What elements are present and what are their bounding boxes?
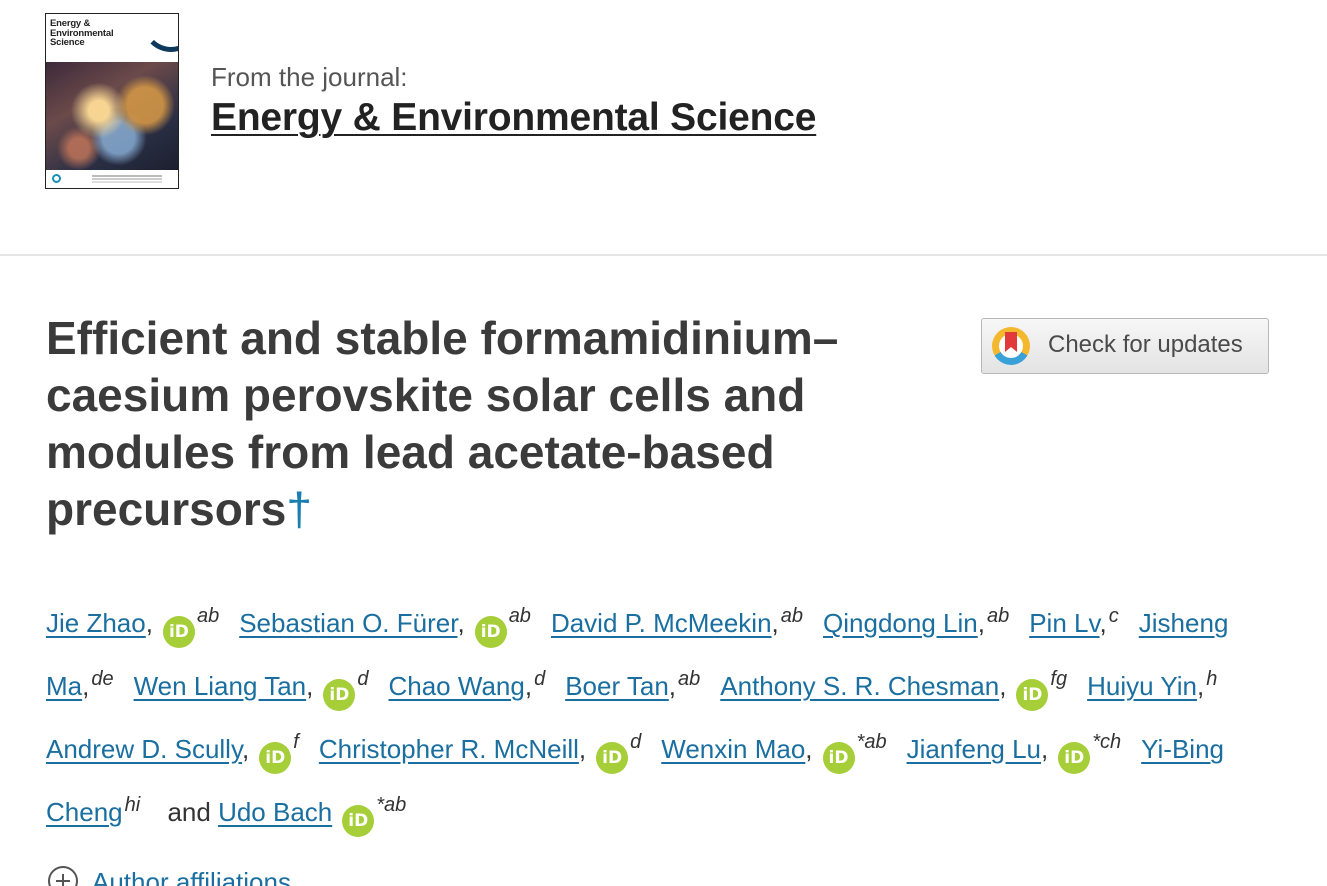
cover-footer (52, 174, 172, 184)
author-entry: Qingdong Lin, ab (823, 605, 1010, 638)
article-title-text: Efficient and stable formamidinium–caesi… (46, 312, 839, 535)
cover-ring-graphic (142, 14, 178, 52)
orcid-icon[interactable]: iD (474, 616, 507, 648)
author-affiliations-label: Author affiliations (92, 867, 291, 886)
article-page: Energy & Environmental Science From the … (0, 0, 1327, 886)
journal-from-label: From the journal: (211, 62, 408, 92)
cover-artwork (46, 62, 178, 170)
orcid-icon[interactable]: iD (323, 679, 356, 711)
author-entry: Christopher R. McNeill, iDd (319, 731, 642, 774)
orcid-icon[interactable]: iD (1016, 679, 1049, 711)
author-name-link[interactable]: Sebastian O. Fürer (239, 608, 457, 638)
author-name-link[interactable]: Andrew D. Scully (46, 734, 242, 764)
and-conjunction: and (167, 797, 211, 827)
affiliation-superscript: c (1108, 605, 1119, 627)
rsc-logo-icon (52, 174, 61, 183)
affiliation-superscript: *ab (856, 731, 887, 753)
author-entry: Pin Lv, c (1029, 605, 1119, 638)
cover-title: Energy & Environmental Science (50, 18, 114, 48)
author-name-link[interactable]: Jianfeng Lu (907, 734, 1041, 764)
comma-separator: , (578, 734, 587, 764)
author-entry: Andrew D. Scully, iDf (46, 731, 299, 774)
affiliation-superscript: hi (124, 794, 141, 816)
comma-separator: , (82, 671, 90, 701)
author-entry: Sebastian O. Fürer, iDab (239, 605, 531, 648)
author-name-link[interactable]: Wenxin Mao (661, 734, 805, 764)
author-entry: Jianfeng Lu, iD*ch (907, 731, 1122, 774)
check-for-updates-button[interactable]: Check for updates (981, 318, 1269, 374)
comma-separator: , (1099, 608, 1107, 638)
author-name-link[interactable]: Wen Liang Tan (134, 671, 307, 701)
author-name-link[interactable]: Jie Zhao (46, 608, 146, 638)
author-name-link[interactable]: Udo Bach (218, 797, 332, 827)
author-entry: Boer Tan, ab (565, 668, 701, 701)
comma-separator: , (242, 734, 250, 764)
affiliation-superscript: ab (508, 605, 531, 627)
author-affiliations-toggle[interactable]: Author affiliations (48, 866, 291, 886)
comma-separator: , (805, 734, 813, 764)
orcid-icon[interactable]: iD (596, 742, 629, 774)
journal-cover-image[interactable]: Energy & Environmental Science (45, 13, 179, 189)
orcid-icon[interactable]: iD (342, 805, 375, 837)
affiliation-superscript: d (534, 668, 546, 690)
affiliation-superscript: *ab (376, 794, 407, 816)
comma-separator: , (524, 671, 533, 701)
author-entry: Jie Zhao, iDab (46, 605, 220, 648)
affiliation-superscript: d (357, 668, 369, 690)
author-entry: Anthony S. R. Chesman, iDfg (720, 668, 1068, 711)
article-title: Efficient and stable formamidinium–caesi… (46, 310, 946, 538)
orcid-icon[interactable]: iD (162, 616, 195, 648)
orcid-icon[interactable]: iD (1058, 742, 1091, 774)
affiliation-superscript: ab (986, 605, 1010, 627)
affiliation-superscript: ab (196, 605, 220, 627)
author-name-link[interactable]: Anthony S. R. Chesman (720, 671, 999, 701)
affiliation-superscript: fg (1050, 668, 1068, 690)
author-entry: Wen Liang Tan, iDd (134, 668, 369, 711)
author-list: Jie Zhao, iDab Sebastian O. Fürer, iDab Davi… (46, 588, 1286, 840)
affiliation-superscript: de (91, 668, 114, 690)
comma-separator: , (668, 671, 677, 701)
comma-separator: , (145, 608, 153, 638)
comma-separator: , (1041, 734, 1049, 764)
journal-header: Energy & Environmental Science From the … (0, 0, 1327, 256)
affiliation-superscript: *ch (1092, 731, 1122, 753)
orcid-icon[interactable]: iD (822, 742, 855, 774)
comma-separator: , (457, 608, 465, 638)
author-name-link[interactable]: Chao Wang (388, 671, 524, 701)
esi-dagger-link[interactable]: † (286, 483, 312, 535)
author-name-link[interactable]: Huiyu Yin (1087, 671, 1197, 701)
author-entry: David P. McMeekin, ab (551, 605, 804, 638)
affiliation-superscript: ab (678, 668, 701, 690)
journal-name-link[interactable]: Energy & Environmental Science (211, 96, 816, 140)
author-entry: Huiyu Yin, h (1087, 668, 1218, 701)
affiliation-superscript: ab (780, 605, 804, 627)
comma-separator: , (1196, 671, 1205, 701)
author-name-link[interactable]: David P. McMeekin (551, 608, 772, 638)
comma-separator: , (771, 608, 779, 638)
affiliation-superscript: h (1206, 668, 1218, 690)
orcid-icon[interactable]: iD (259, 742, 292, 774)
author-entry: Udo Bach iD*ab (218, 794, 407, 837)
crossmark-icon (992, 327, 1030, 365)
comma-separator: , (977, 608, 985, 638)
author-name-link[interactable]: Qingdong Lin (823, 608, 978, 638)
check-for-updates-label: Check for updates (1048, 331, 1243, 358)
comma-separator: , (999, 671, 1007, 701)
author-entry: Wenxin Mao, iD*ab (661, 731, 887, 774)
author-name-link[interactable]: Boer Tan (565, 671, 669, 701)
author-entry: Chao Wang, d (388, 668, 546, 701)
affiliation-superscript: d (630, 731, 642, 753)
author-name-link[interactable]: Christopher R. McNeill (319, 734, 579, 764)
expand-plus-icon (48, 866, 78, 886)
author-name-link[interactable]: Pin Lv (1029, 608, 1099, 638)
affiliation-superscript: f (293, 731, 299, 753)
comma-separator: , (306, 671, 314, 701)
cover-footer-text (92, 175, 162, 177)
